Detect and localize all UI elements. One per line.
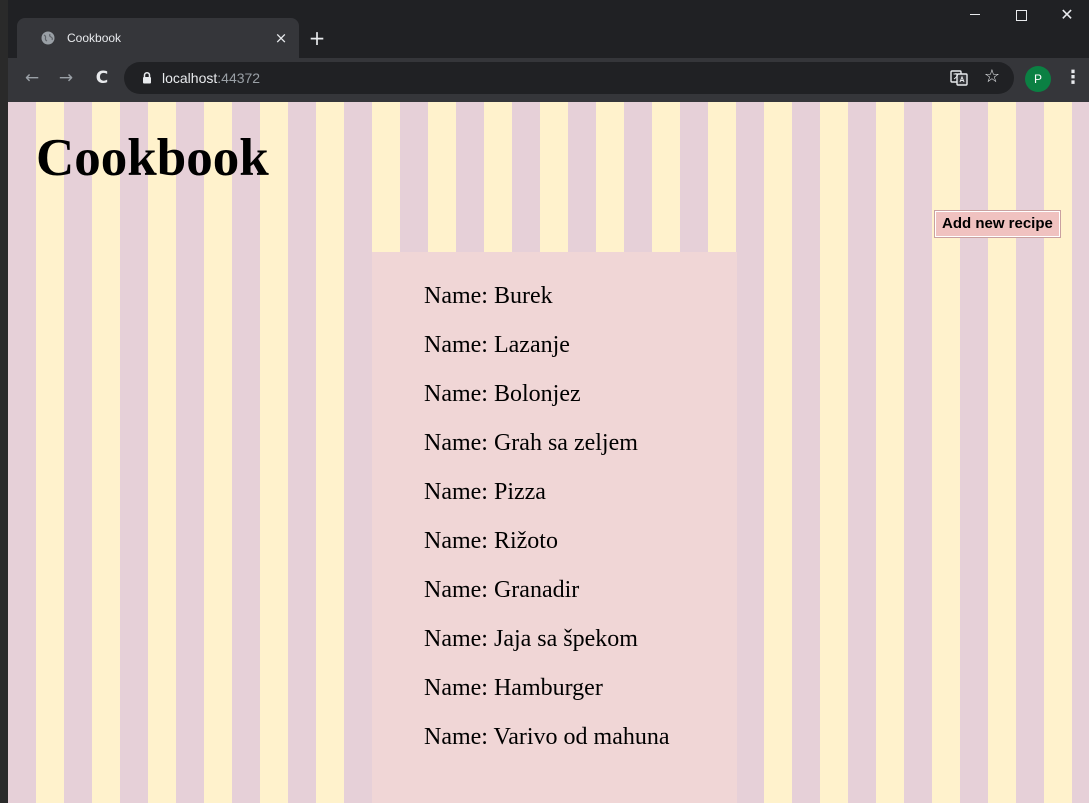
recipe-list-item[interactable]: Name: Pizza — [424, 478, 670, 527]
new-tab-icon[interactable]: + — [304, 26, 330, 52]
kebab-menu-icon[interactable]: ⋮ — [1064, 66, 1082, 90]
reload-icon[interactable]: C — [90, 66, 114, 90]
url-text[interactable]: localhost:44372 — [162, 69, 260, 87]
recipe-list-item[interactable]: Name: Burek — [424, 282, 670, 331]
url-host: localhost — [162, 70, 218, 86]
url-port: :44372 — [217, 70, 261, 86]
tab-title: Cookbook — [67, 31, 122, 45]
recipe-list: Name: Burek Name: Lazanje Name: Bolonjez Na… — [424, 282, 670, 772]
forward-arrow-icon[interactable]: → — [54, 66, 78, 90]
recipe-list-item[interactable]: Name: Grah sa zeljem — [424, 429, 670, 478]
maximize-icon — [1016, 10, 1027, 21]
page-title: Cookbook — [36, 129, 269, 187]
add-new-recipe-button[interactable]: Add new recipe — [935, 211, 1060, 237]
browser-window: Cookbook × + ✕ ← → C localhost:44372 ☆ P… — [8, 0, 1089, 803]
lock-icon — [143, 71, 151, 84]
recipe-list-item[interactable]: Name: Granadir — [424, 576, 670, 625]
address-bar[interactable]: localhost:44372 ☆ — [124, 62, 1014, 94]
recipe-list-item[interactable]: Name: Hamburger — [424, 674, 670, 723]
tab-strip: Cookbook × + ✕ — [8, 0, 1089, 58]
minimize-icon — [970, 14, 980, 15]
recipe-list-item[interactable]: Name: Jaja sa špekom — [424, 625, 670, 674]
tab-close-icon[interactable]: × — [271, 28, 291, 48]
browser-toolbar: ← → C localhost:44372 ☆ P ⋮ — [8, 58, 1089, 102]
bookmark-star-icon[interactable]: ☆ — [982, 67, 1002, 87]
recipe-list-panel: Name: Burek Name: Lazanje Name: Bolonjez Na… — [372, 252, 737, 803]
close-window-icon[interactable]: ✕ — [1044, 0, 1089, 30]
recipe-list-item[interactable]: Name: Lazanje — [424, 331, 670, 380]
recipe-list-item[interactable]: Name: Bolonjez — [424, 380, 670, 429]
recipe-list-item[interactable]: Name: Rižoto — [424, 527, 670, 576]
page-viewport: Cookbook Add new recipe Name: Burek Name:… — [8, 102, 1089, 803]
globe-icon — [41, 31, 55, 45]
browser-tab[interactable]: Cookbook × — [17, 18, 299, 58]
recipe-list-item[interactable]: Name: Varivo od mahuna — [424, 723, 670, 772]
minimize-button[interactable] — [952, 0, 998, 30]
translate-icon[interactable] — [950, 69, 968, 87]
back-arrow-icon[interactable]: ← — [20, 66, 44, 90]
profile-avatar[interactable]: P — [1025, 66, 1051, 92]
maximize-button[interactable] — [998, 0, 1044, 30]
